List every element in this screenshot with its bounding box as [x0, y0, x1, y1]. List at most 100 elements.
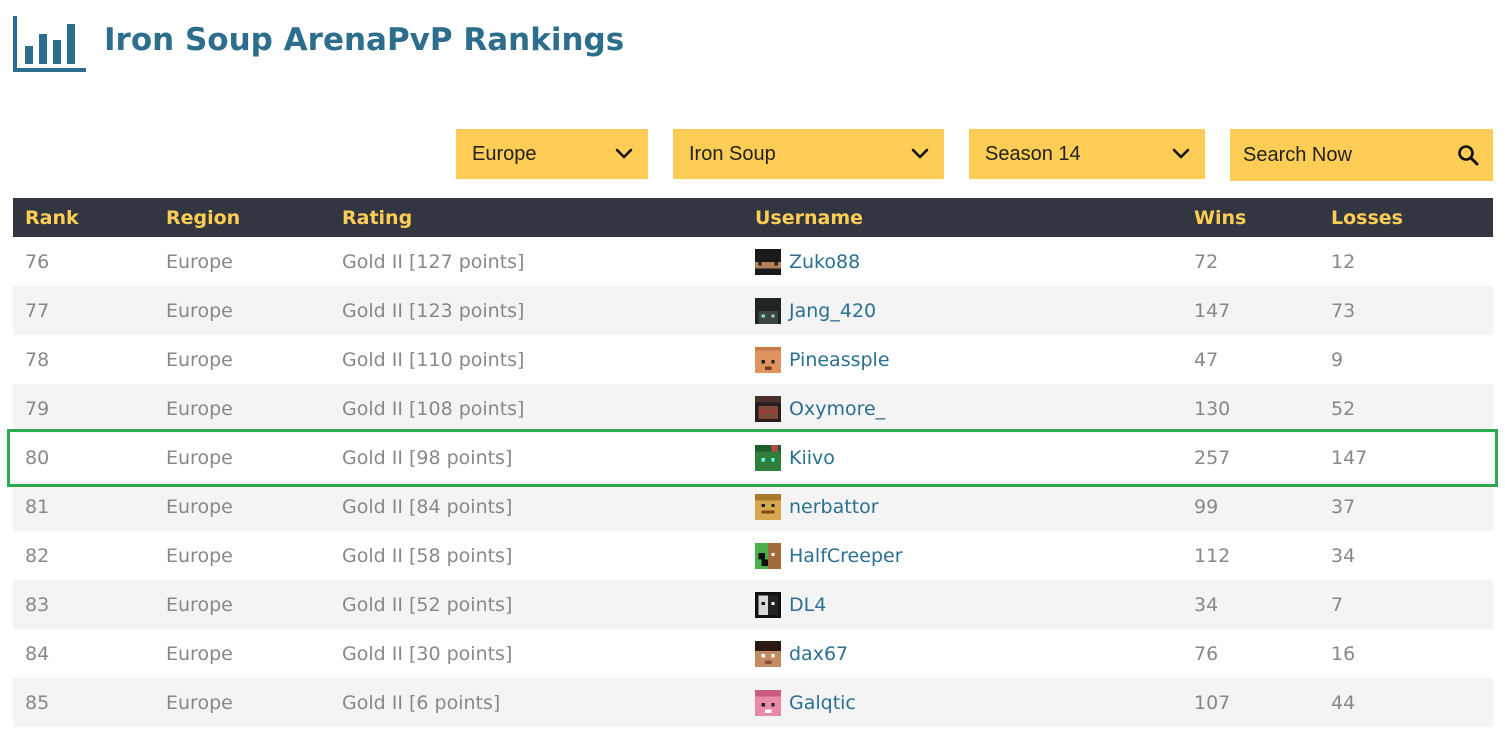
- avatar[interactable]: [755, 444, 781, 471]
- column-header-region[interactable]: Region: [154, 198, 330, 237]
- cell-wins: 147: [1182, 286, 1319, 335]
- cell-rank: 81: [13, 482, 154, 531]
- ladder-select-value: Iron Soup: [689, 143, 776, 165]
- cell-username: Zuko88: [743, 237, 1182, 286]
- avatar[interactable]: [755, 297, 781, 324]
- cell-losses: 9: [1319, 335, 1493, 384]
- cell-rank: 82: [13, 531, 154, 580]
- cell-rating: Gold II [110 points]: [330, 335, 743, 384]
- region-select[interactable]: Europe: [456, 129, 648, 179]
- cell-losses: 73: [1319, 286, 1493, 335]
- cell-rank: 77: [13, 286, 154, 335]
- cell-rating: Gold II [52 points]: [330, 580, 743, 629]
- bar-chart-icon[interactable]: [12, 16, 88, 72]
- cell-rank: 84: [13, 629, 154, 678]
- cell-wins: 76: [1182, 629, 1319, 678]
- username-link[interactable]: HalfCreeper: [789, 545, 903, 567]
- search-icon[interactable]: [1457, 144, 1479, 166]
- username-link[interactable]: DL4: [789, 594, 826, 616]
- username-link[interactable]: Pineassple: [789, 349, 890, 371]
- rankings-table: Rank Region Rating Username Wins Losses …: [13, 198, 1493, 727]
- cell-region: Europe: [154, 531, 330, 580]
- cell-wins: 257: [1182, 433, 1319, 482]
- table-row: 77 Europe Gold II [123 points] Jang_420 147 7…: [13, 286, 1493, 335]
- cell-username: Kiivo: [743, 433, 1182, 482]
- username-link[interactable]: Oxymore_: [789, 398, 885, 420]
- cell-losses: 52: [1319, 384, 1493, 433]
- cell-username: Oxymore_: [743, 384, 1182, 433]
- cell-rank: 76: [13, 237, 154, 286]
- cell-wins: 47: [1182, 335, 1319, 384]
- cell-rating: Gold II [84 points]: [330, 482, 743, 531]
- chevron-down-icon: [911, 148, 929, 159]
- cell-username: HalfCreeper: [743, 531, 1182, 580]
- region-select-value: Europe: [472, 143, 537, 165]
- cell-losses: 34: [1319, 531, 1493, 580]
- cell-rating: Gold II [127 points]: [330, 237, 743, 286]
- cell-rating: Gold II [6 points]: [330, 678, 743, 727]
- table-row: 76 Europe Gold II [127 points] Zuko88 72 12: [13, 237, 1493, 286]
- cell-wins: 130: [1182, 384, 1319, 433]
- cell-region: Europe: [154, 482, 330, 531]
- avatar[interactable]: [755, 493, 781, 520]
- avatar[interactable]: [755, 640, 781, 667]
- table-header-row: Rank Region Rating Username Wins Losses: [13, 198, 1493, 237]
- cell-rating: Gold II [108 points]: [330, 384, 743, 433]
- cell-losses: 12: [1319, 237, 1493, 286]
- cell-rating: Gold II [123 points]: [330, 286, 743, 335]
- cell-region: Europe: [154, 678, 330, 727]
- cell-rating: Gold II [98 points]: [330, 433, 743, 482]
- cell-region: Europe: [154, 237, 330, 286]
- column-header-username[interactable]: Username: [743, 198, 1182, 237]
- username-link[interactable]: Kiivo: [789, 447, 835, 469]
- cell-username: DL4: [743, 580, 1182, 629]
- column-header-rating[interactable]: Rating: [330, 198, 743, 237]
- cell-wins: 107: [1182, 678, 1319, 727]
- search-placeholder: Search Now: [1243, 144, 1352, 166]
- cell-losses: 7: [1319, 580, 1493, 629]
- avatar[interactable]: [755, 542, 781, 569]
- column-header-rank[interactable]: Rank: [13, 198, 154, 237]
- cell-username: Pineassple: [743, 335, 1182, 384]
- table-row: 85 Europe Gold II [6 points] Galqtic 107 44: [13, 678, 1493, 727]
- cell-rating: Gold II [30 points]: [330, 629, 743, 678]
- username-link[interactable]: Galqtic: [789, 692, 856, 714]
- season-select[interactable]: Season 14: [969, 129, 1205, 179]
- cell-region: Europe: [154, 286, 330, 335]
- cell-region: Europe: [154, 580, 330, 629]
- chevron-down-icon: [1172, 148, 1190, 159]
- cell-region: Europe: [154, 384, 330, 433]
- cell-rank: 80: [13, 433, 154, 482]
- username-link[interactable]: nerbattor: [789, 496, 879, 518]
- season-select-value: Season 14: [985, 143, 1081, 165]
- avatar[interactable]: [755, 346, 781, 373]
- cell-rank: 83: [13, 580, 154, 629]
- cell-region: Europe: [154, 335, 330, 384]
- avatar[interactable]: [755, 689, 781, 716]
- avatar[interactable]: [755, 591, 781, 618]
- cell-rank: 85: [13, 678, 154, 727]
- table-row: 78 Europe Gold II [110 points] Pineassple 47…: [13, 335, 1493, 384]
- cell-username: Galqtic: [743, 678, 1182, 727]
- search-input[interactable]: Search Now: [1230, 129, 1493, 181]
- cell-wins: 72: [1182, 237, 1319, 286]
- filter-bar: Europe Iron Soup Season 14 Search Now: [0, 129, 1505, 181]
- ladder-select[interactable]: Iron Soup: [673, 129, 944, 179]
- column-header-wins[interactable]: Wins: [1182, 198, 1319, 237]
- table-row: 83 Europe Gold II [52 points] DL4 34 7: [13, 580, 1493, 629]
- table-row: 82 Europe Gold II [58 points] HalfCreeper 11…: [13, 531, 1493, 580]
- cell-losses: 16: [1319, 629, 1493, 678]
- avatar[interactable]: [755, 395, 781, 422]
- cell-region: Europe: [154, 629, 330, 678]
- cell-losses: 37: [1319, 482, 1493, 531]
- username-link[interactable]: Jang_420: [789, 300, 876, 322]
- cell-rank: 78: [13, 335, 154, 384]
- cell-region: Europe: [154, 433, 330, 482]
- cell-username: Jang_420: [743, 286, 1182, 335]
- cell-wins: 34: [1182, 580, 1319, 629]
- username-link[interactable]: Zuko88: [789, 251, 860, 273]
- column-header-losses[interactable]: Losses: [1319, 198, 1493, 237]
- cell-losses: 147: [1319, 433, 1493, 482]
- avatar[interactable]: [755, 248, 781, 275]
- username-link[interactable]: dax67: [789, 643, 848, 665]
